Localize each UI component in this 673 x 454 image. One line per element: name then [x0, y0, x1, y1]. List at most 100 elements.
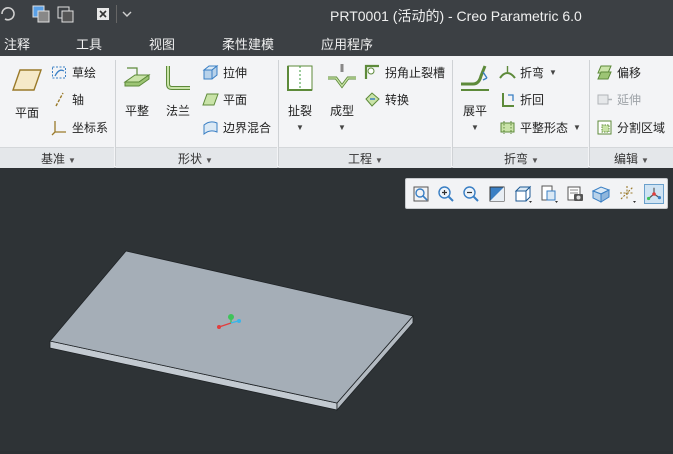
- extrude-button[interactable]: 拉伸: [202, 62, 247, 82]
- windows-icon[interactable]: [57, 5, 74, 23]
- ribbon: 平面 草绘 轴 坐标系 基准 ▼ 平整 法兰 拉伸 平面 边界混合 形状 ▼ 扯…: [0, 56, 673, 168]
- menu-bar: 注释 工具 视图 柔性建模 应用程序: [0, 29, 673, 56]
- customize-toolbar-icon[interactable]: [121, 5, 133, 23]
- chevron-down-icon: ▼: [549, 67, 557, 77]
- flat-wall-button[interactable]: 平整: [122, 62, 152, 119]
- boundary-blend-button[interactable]: 边界混合: [202, 117, 271, 137]
- model-view: [49, 250, 414, 412]
- chevron-down-icon: ▼: [641, 156, 649, 165]
- chevron-down-icon: ▼: [296, 123, 304, 132]
- axis-label: 轴: [72, 92, 85, 107]
- flat-pattern-button[interactable]: 平整形态 ▼: [499, 117, 581, 137]
- menu-view[interactable]: 视图: [149, 34, 175, 53]
- flat-pattern-icon: [500, 120, 515, 134]
- form-icon: [328, 64, 356, 89]
- sketch-icon: [52, 66, 66, 78]
- corner-relief-button[interactable]: 拐角止裂槽: [364, 62, 445, 82]
- offset-button[interactable]: 偏移: [596, 62, 641, 82]
- boundary-blend-icon: [203, 120, 218, 135]
- title-bar: PRT0001 (活动的) - Creo Parametric 6.0: [0, 0, 673, 29]
- display-style-icon[interactable]: [513, 184, 533, 204]
- repaint-icon[interactable]: [487, 184, 507, 204]
- refit-icon[interactable]: [411, 184, 431, 204]
- axis-icon: [55, 92, 64, 106]
- extrude-label: 拉伸: [223, 65, 248, 80]
- extend-icon: [597, 94, 612, 104]
- form-label: 成型: [329, 104, 354, 118]
- flange-wall-label: 法兰: [165, 104, 190, 118]
- view-toolbar: [405, 178, 668, 209]
- bend-icon: [499, 65, 516, 79]
- bends-group-text: 折弯: [504, 152, 529, 166]
- view-manager-icon[interactable]: [565, 184, 585, 204]
- bend-button[interactable]: 折弯 ▼: [499, 62, 557, 82]
- flat-pattern-label: 平整形态: [520, 120, 569, 135]
- bend-label: 折弯: [520, 65, 545, 80]
- chevron-down-icon: ▼: [68, 156, 76, 165]
- bend-back-label: 折回: [520, 92, 545, 107]
- regenerate-icon[interactable]: [0, 5, 16, 23]
- saved-orientations-icon[interactable]: [539, 184, 559, 204]
- chevron-down-icon: ▼: [573, 122, 581, 132]
- rip-icon: [287, 65, 313, 91]
- boundary-blend-label: 边界混合: [223, 120, 272, 135]
- convert-button[interactable]: 转换: [364, 89, 409, 109]
- graphics-window[interactable]: [0, 169, 673, 451]
- split-area-button[interactable]: 分割区域: [596, 117, 665, 137]
- shapes-group-text: 形状: [178, 152, 203, 166]
- rip-label: 扯裂: [287, 104, 312, 118]
- unbend-icon: [461, 65, 489, 91]
- extend-button[interactable]: 延伸: [596, 89, 641, 109]
- shapes-group-label[interactable]: 形状 ▼: [178, 150, 213, 167]
- perspective-icon[interactable]: [591, 184, 611, 204]
- offset-label: 偏移: [617, 65, 642, 80]
- form-button[interactable]: 成型 ▼: [326, 62, 358, 132]
- bend-back-icon: [502, 92, 514, 107]
- sketch-label: 草绘: [72, 65, 97, 80]
- window-title: PRT0001 (活动的) - Creo Parametric 6.0: [330, 8, 582, 24]
- corner-relief-icon: [364, 64, 379, 79]
- menu-annotate[interactable]: 注释: [4, 34, 30, 53]
- csys-button[interactable]: 坐标系: [51, 117, 108, 137]
- planar-button[interactable]: 平面: [202, 89, 247, 109]
- corner-relief-label: 拐角止裂槽: [385, 65, 446, 80]
- datum-display-icon[interactable]: [617, 184, 637, 204]
- convert-label: 转换: [385, 92, 410, 107]
- chevron-down-icon: ▼: [471, 123, 479, 132]
- bend-back-button[interactable]: 折回: [499, 89, 544, 109]
- menu-applications[interactable]: 应用程序: [321, 34, 373, 53]
- engineering-group-label[interactable]: 工程 ▼: [348, 150, 383, 167]
- unbend-label: 展平: [462, 104, 487, 118]
- bends-group-label[interactable]: 折弯 ▼: [504, 150, 539, 167]
- chevron-down-icon: ▼: [531, 156, 539, 165]
- chevron-down-icon: ▼: [205, 156, 213, 165]
- extend-label: 延伸: [617, 92, 642, 107]
- datum-plane-label: 平面: [14, 106, 39, 120]
- split-area-icon: [597, 120, 612, 134]
- convert-icon: [365, 91, 380, 107]
- editing-group-label[interactable]: 编辑 ▼: [614, 150, 649, 167]
- planar-label: 平面: [223, 92, 248, 107]
- datum-group-text: 基准: [41, 152, 66, 166]
- planar-icon: [202, 93, 219, 105]
- rip-button[interactable]: 扯裂 ▼: [284, 62, 316, 132]
- menu-flexible-modeling[interactable]: 柔性建模: [222, 34, 274, 53]
- window-switch-icon[interactable]: [32, 5, 50, 23]
- zoom-out-icon[interactable]: [461, 184, 481, 204]
- spin-center-icon[interactable]: [644, 184, 664, 204]
- datum-plane-button[interactable]: 平面: [12, 64, 42, 121]
- close-window-icon[interactable]: [96, 5, 110, 23]
- zoom-in-icon[interactable]: [436, 184, 456, 204]
- sketch-button[interactable]: 草绘: [51, 62, 96, 82]
- axis-button[interactable]: 轴: [51, 89, 84, 109]
- flange-wall-button[interactable]: 法兰: [163, 62, 193, 119]
- split-area-label: 分割区域: [617, 120, 666, 135]
- csys-icon: [51, 120, 66, 135]
- unbend-button[interactable]: 展平 ▼: [458, 62, 492, 132]
- menu-tools[interactable]: 工具: [76, 34, 102, 53]
- flat-wall-icon: [123, 67, 151, 87]
- chevron-down-icon: ▼: [375, 156, 383, 165]
- datum-group-label[interactable]: 基准 ▼: [41, 150, 76, 167]
- sheet-metal-part[interactable]: [49, 250, 414, 412]
- flat-wall-label: 平整: [124, 104, 149, 118]
